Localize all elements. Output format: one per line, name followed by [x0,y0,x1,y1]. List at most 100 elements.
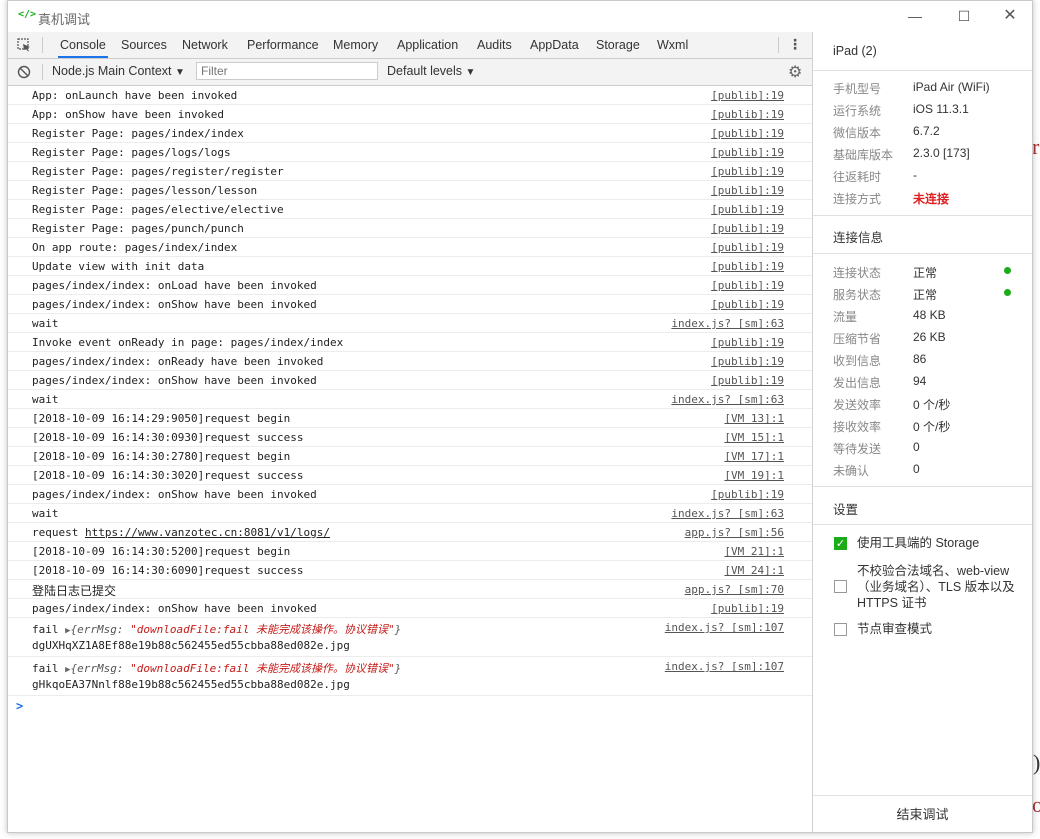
source-link[interactable]: [VM 13]:1 [724,412,784,425]
console-row: Register Page: pages/register/register [p… [8,162,812,181]
console-row: Register Page: pages/elective/elective [p… [8,200,812,219]
console-log-group: [2018-10-09 16:14:30:5200]request begin [… [8,542,812,580]
source-link[interactable]: [publib]:19 [711,184,784,197]
error-key: {errMsg: [70,623,131,636]
source-link[interactable]: [publib]:19 [711,146,784,159]
inspect-element-icon[interactable] [17,38,31,52]
source-link[interactable]: app.js? [sm]:56 [685,526,784,539]
use-tool-storage-label[interactable]: 使用工具端的 Storage [857,535,1017,551]
source-link[interactable]: [publib]:19 [711,602,784,615]
source-link[interactable]: [publib]:19 [711,89,784,102]
source-link[interactable]: [VM 15]:1 [724,431,784,444]
console-row: [2018-10-09 16:14:30:2780]request begin [… [8,447,812,466]
console-filter-bar: Node.js Main Context ▼ Default levels ▼ … [8,59,812,86]
info-value: 94 [913,374,927,388]
source-link[interactable]: index.js? [sm]:107 [665,621,784,634]
info-key: 压缩节省 [833,332,882,346]
source-link[interactable]: [publib]:19 [711,488,784,501]
more-options-icon[interactable]: ⋮ [788,36,802,53]
info-key: 基础库版本 [833,148,894,162]
source-link[interactable]: [publib]:19 [711,108,784,121]
console-message: Invoke event onReady in page: pages/inde… [32,336,344,349]
service-status-dot [1004,289,1011,296]
source-link[interactable]: [publib]:19 [711,298,784,311]
tab-storage[interactable]: Storage [594,32,642,58]
console-row: [2018-10-09 16:14:29:9050]request begin [… [8,409,812,428]
source-link[interactable]: [publib]:19 [711,222,784,235]
console-log-group: App: onLaunch have been invoked [publib]:… [8,86,812,523]
close-button[interactable]: ✕ [995,5,1025,27]
info-key: 流量 [833,310,858,324]
tab-wxml[interactable]: Wxml [655,32,690,58]
end-debug-button[interactable]: 结束调试 [813,795,1032,832]
filter-input[interactable] [196,62,378,80]
log-levels-selector[interactable]: Default levels ▼ [387,64,475,78]
console-message: Register Page: pages/elective/elective [32,203,284,216]
source-link[interactable]: [publib]:19 [711,127,784,140]
source-link[interactable]: index.js? [sm]:107 [665,660,784,673]
source-link[interactable]: [publib]:19 [711,260,784,273]
tab-console[interactable]: Console [58,32,108,58]
console-message: Register Page: pages/lesson/lesson [32,184,258,197]
source-link[interactable]: [VM 21]:1 [724,545,784,558]
console-row: [2018-10-09 16:14:30:3020]request succes… [8,466,812,485]
tab-audits[interactable]: Audits [475,32,514,58]
info-value: 48 KB [913,308,946,322]
source-link[interactable]: [publib]:19 [711,165,784,178]
console-message: pages/index/index: onShow have been invo… [32,298,317,311]
devtools-panel: Console Sources Network Performance Memo… [8,32,813,832]
source-link[interactable]: [publib]:19 [711,203,784,216]
node-inspect-checkbox[interactable] [834,623,847,636]
console-message: Register Page: pages/index/index [32,127,244,140]
maximize-button[interactable]: ☐ [949,5,979,27]
console-prompt-row[interactable]: > [8,696,812,714]
gear-icon[interactable]: ⚙ [788,62,802,82]
tab-appdata[interactable]: AppData [528,32,581,58]
source-link[interactable]: [publib]:19 [711,279,784,292]
skip-domain-check-label[interactable]: 不校验合法域名、web-view（业务域名）、TLS 版本以及 HTTPS 证书 [857,563,1017,611]
info-value: 未连接 [913,192,950,206]
console-message: [2018-10-09 16:14:30:5200]request begin [32,545,291,558]
source-link[interactable]: [VM 17]:1 [724,450,784,463]
console-message: fail ▶{errMsg: "downloadFile:fail 未能完成该操… [32,660,401,676]
console-row: Update view with init data [publib]:19 [8,257,812,276]
remote-debug-window: </> 真机调试 — ☐ ✕ Console Sources Network P… [7,0,1033,833]
source-link[interactable]: [VM 19]:1 [724,469,784,482]
chevron-down-icon: ▼ [465,67,476,78]
clear-console-icon[interactable] [17,65,31,79]
tab-sources[interactable]: Sources [119,32,169,58]
info-value: 正常 [913,266,938,280]
console-message: pages/index/index: onShow have been invo… [32,374,317,387]
source-link[interactable]: index.js? [sm]:63 [671,393,784,406]
console-output: App: onLaunch have been invoked [publib]:… [8,86,812,832]
console-row: Register Page: pages/punch/punch [publib]… [8,219,812,238]
error-object[interactable]: {errMsg: "downloadFile:fail 未能完成该操作。协议错误… [71,623,402,636]
source-link[interactable]: [publib]:19 [711,355,784,368]
source-link[interactable]: [publib]:19 [711,241,784,254]
tab-network[interactable]: Network [180,32,230,58]
source-link[interactable]: [publib]:19 [711,336,784,349]
tab-memory[interactable]: Memory [331,32,380,58]
source-link[interactable]: [publib]:19 [711,374,784,387]
source-link[interactable]: app.js? [sm]:70 [685,583,784,596]
console-message: pages/index/index: onLoad have been invo… [32,279,317,292]
minimize-button[interactable]: — [900,5,930,27]
info-value: 0 [913,462,920,476]
source-link[interactable]: index.js? [sm]:63 [671,317,784,330]
request-url-link[interactable]: https://www.vanzotec.cn:8081/v1/logs/ [85,526,330,539]
error-string: "downloadFile:fail 未能完成该操作。协议错误" [130,623,395,636]
skip-domain-check-checkbox[interactable] [834,580,847,593]
toolbar-divider [42,64,43,80]
tab-application[interactable]: Application [395,32,460,58]
section-divider [813,215,1032,216]
section-divider [813,486,1032,487]
source-link[interactable]: [VM 24]:1 [724,564,784,577]
context-selector[interactable]: Node.js Main Context ▼ [52,64,185,78]
error-object[interactable]: {errMsg: "downloadFile:fail 未能完成该操作。协议错误… [71,662,402,675]
source-link[interactable]: index.js? [sm]:63 [671,507,784,520]
console-message: request https://www.vanzotec.cn:8081/v1/… [32,526,330,539]
tab-performance[interactable]: Performance [245,32,321,58]
node-inspect-label[interactable]: 节点审查模式 [857,621,1017,637]
use-tool-storage-checkbox[interactable]: ✓ [834,537,847,550]
device-title: iPad (2) [833,44,877,58]
